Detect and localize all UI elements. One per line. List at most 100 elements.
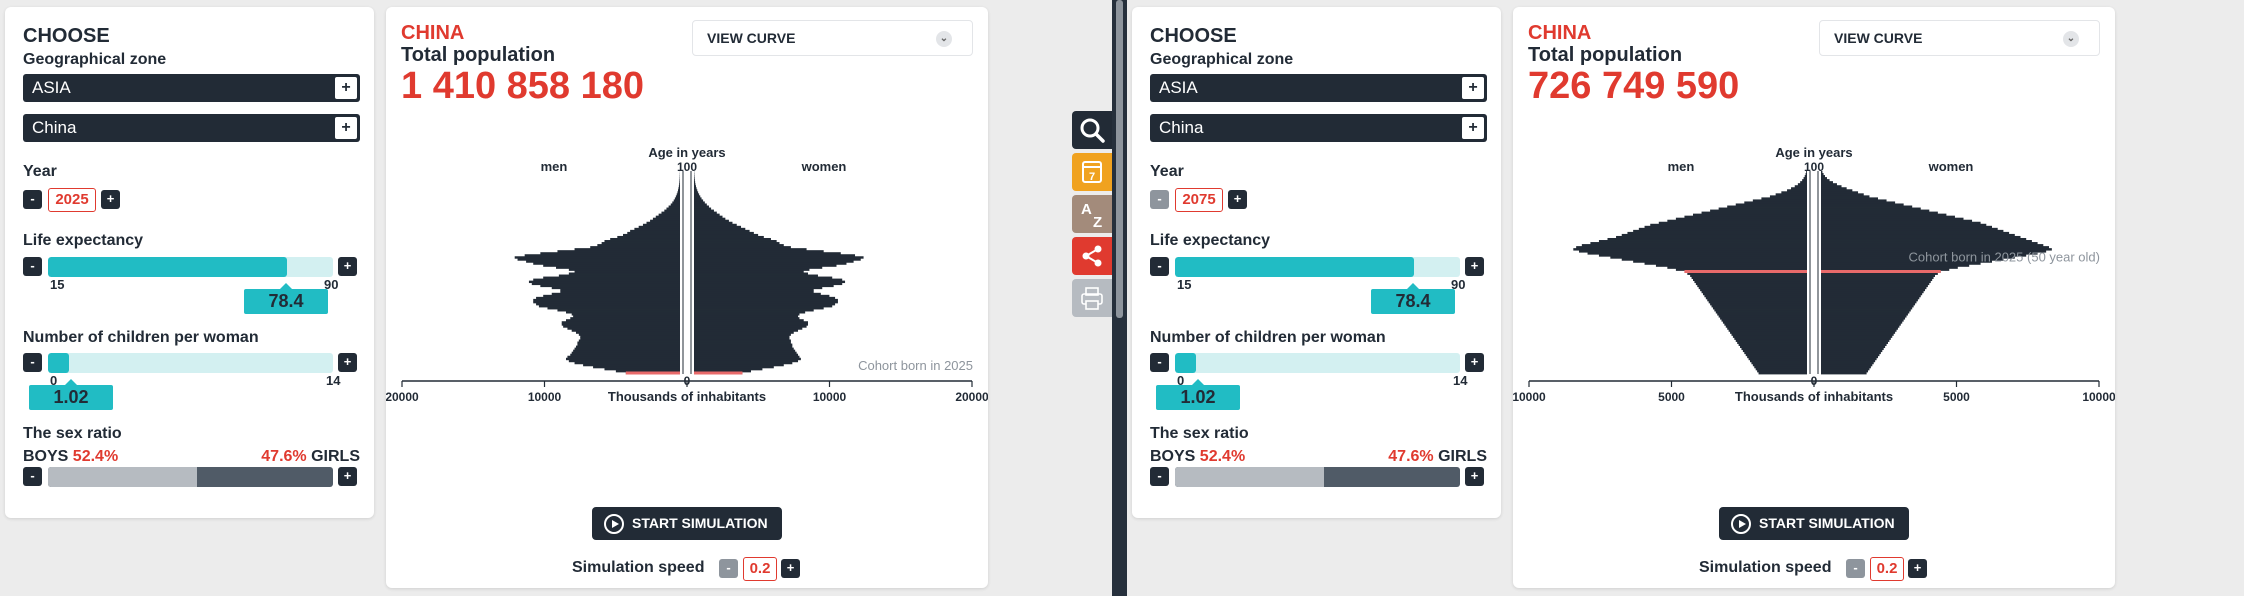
sex-ratio-slider[interactable] <box>1175 467 1460 487</box>
region-select[interactable]: ASIA + <box>23 74 360 102</box>
speed-increment-button[interactable]: + <box>781 559 800 578</box>
sex-ratio-slider[interactable] <box>48 467 333 487</box>
cohort-label: Cohort born in 2025 <box>858 358 973 373</box>
print-icon[interactable] <box>1072 279 1112 317</box>
girls-label: GIRLS <box>1438 448 1487 465</box>
plus-icon[interactable]: + <box>335 117 357 139</box>
plus-icon[interactable]: + <box>1462 77 1484 99</box>
pyramid-bars <box>1573 171 2052 375</box>
chevron-down-icon: ⌄ <box>936 31 952 47</box>
children-label: Number of children per woman <box>1150 329 1386 346</box>
children-increment-button[interactable]: + <box>338 353 357 372</box>
speed-decrement-button[interactable]: - <box>1846 559 1865 578</box>
pyramid-bars <box>514 171 864 375</box>
split-divider[interactable] <box>1112 0 1127 596</box>
plus-icon[interactable]: + <box>1462 117 1484 139</box>
calendar-icon[interactable]: 7 <box>1072 153 1112 191</box>
region-value: ASIA <box>32 78 71 97</box>
year-decrement-button[interactable]: - <box>23 190 42 209</box>
svg-text:7: 7 <box>1089 171 1095 183</box>
life-decrement-button[interactable]: - <box>23 257 42 276</box>
pyramid-group: Cohort born in 2025 (50 year old) Age in … <box>1513 145 2115 404</box>
x-tick-label: 10000 <box>528 390 562 404</box>
x-tick-label: 5000 <box>1943 390 1970 404</box>
country-title: CHINA <box>401 22 465 44</box>
view-curve-dropdown[interactable]: VIEW CURVE ⌄ <box>1819 20 2100 56</box>
year-value[interactable]: 2025 <box>48 188 96 212</box>
children-decrement-button[interactable]: - <box>1150 353 1169 372</box>
total-population-label: Total population <box>1528 44 1683 66</box>
speed-decrement-button[interactable]: - <box>719 559 738 578</box>
children-max-label: 14 <box>326 373 341 388</box>
women-label: women <box>801 159 847 174</box>
life-expectancy-slider[interactable] <box>1175 257 1460 277</box>
population-pyramid-chart: Cohort born in 2025 (50 year old) Age in … <box>1513 145 2115 404</box>
speed-increment-button[interactable]: + <box>1908 559 1927 578</box>
play-icon <box>604 514 624 534</box>
zone-label: Geographical zone <box>1150 51 1294 68</box>
life-increment-button[interactable]: + <box>338 257 357 276</box>
x-tick-label: 20000 <box>386 390 419 404</box>
country-select[interactable]: China + <box>1150 114 1487 142</box>
boys-label: BOYS <box>23 448 69 465</box>
scrollbar-thumb[interactable] <box>1116 0 1123 318</box>
year-value[interactable]: 2075 <box>1175 188 1223 212</box>
speed-value[interactable]: 0.2 <box>1870 557 1904 581</box>
girls-percent: 47.6% <box>1388 448 1434 465</box>
start-simulation-label: START SIMULATION <box>1759 515 1895 531</box>
start-simulation-button[interactable]: START SIMULATION <box>592 507 782 540</box>
x-axis-title: Thousands of inhabitants <box>608 389 766 404</box>
zone-label: Geographical zone <box>23 51 167 68</box>
x-tick-label: 5000 <box>1658 390 1685 404</box>
start-simulation-label: START SIMULATION <box>632 515 768 531</box>
region-select[interactable]: ASIA + <box>1150 74 1487 102</box>
controls-card: CHOOSE Geographical zone ASIA + China + … <box>5 7 374 518</box>
sex-ratio-increment-button[interactable]: + <box>338 467 357 486</box>
share-icon[interactable] <box>1072 237 1112 275</box>
boys-label: BOYS <box>1150 448 1196 465</box>
sex-ratio-decrement-button[interactable]: - <box>23 467 42 486</box>
population-pyramid-chart: Cohort born in 2025 Age in years100 men wom… <box>386 145 988 404</box>
life-decrement-button[interactable]: - <box>1150 257 1169 276</box>
sex-ratio-increment-button[interactable]: + <box>1465 467 1484 486</box>
speed-value[interactable]: 0.2 <box>743 557 777 581</box>
total-population-value: 726 749 590 <box>1528 65 1740 107</box>
total-population-label: Total population <box>401 44 556 66</box>
life-expectancy-value: 78.4 <box>1371 283 1455 314</box>
life-expectancy-label: Life expectancy <box>1150 232 1271 249</box>
age-top-label: 100 <box>677 160 697 174</box>
boys-fill <box>1175 467 1325 487</box>
plus-icon[interactable]: + <box>335 77 357 99</box>
chevron-down-icon: ⌄ <box>2063 31 2079 47</box>
children-increment-button[interactable]: + <box>1465 353 1484 372</box>
children-label: Number of children per woman <box>23 329 259 346</box>
cohort-label: Cohort born in 2025 (50 year old) <box>1908 249 2100 264</box>
choose-heading: CHOOSE <box>1150 25 1237 47</box>
pyramid-card: CHINA Total population 726 749 590 VIEW … <box>1513 7 2115 588</box>
x-tick-label: 20000 <box>955 390 988 404</box>
age-axis-title: Age in years <box>1775 145 1852 160</box>
children-slider[interactable] <box>48 353 333 373</box>
country-select[interactable]: China + <box>23 114 360 142</box>
life-expectancy-fill <box>48 257 288 277</box>
men-label: men <box>1668 159 1695 174</box>
sex-ratio-values: BOYS 52.4% 47.6% GIRLS <box>1150 448 1487 466</box>
year-decrement-button[interactable]: - <box>1150 190 1169 209</box>
year-increment-button[interactable]: + <box>101 190 120 209</box>
life-increment-button[interactable]: + <box>1465 257 1484 276</box>
year-increment-button[interactable]: + <box>1228 190 1247 209</box>
children-decrement-button[interactable]: - <box>23 353 42 372</box>
boys-percent: 52.4% <box>72 448 119 465</box>
search-icon[interactable] <box>1072 111 1112 149</box>
sex-ratio-decrement-button[interactable]: - <box>1150 467 1169 486</box>
x-tick-label: 10000 <box>1513 390 1546 404</box>
start-simulation-button[interactable]: START SIMULATION <box>1719 507 1909 540</box>
sort-az-icon[interactable]: AZ <box>1072 195 1112 233</box>
children-slider[interactable] <box>1175 353 1460 373</box>
girls-percent: 47.6% <box>261 448 307 465</box>
children-value: 1.02 <box>1156 379 1240 410</box>
life-expectancy-slider[interactable] <box>48 257 333 277</box>
year-label: Year <box>23 163 57 180</box>
view-curve-dropdown[interactable]: VIEW CURVE ⌄ <box>692 20 973 56</box>
view-curve-label: VIEW CURVE <box>707 30 796 46</box>
